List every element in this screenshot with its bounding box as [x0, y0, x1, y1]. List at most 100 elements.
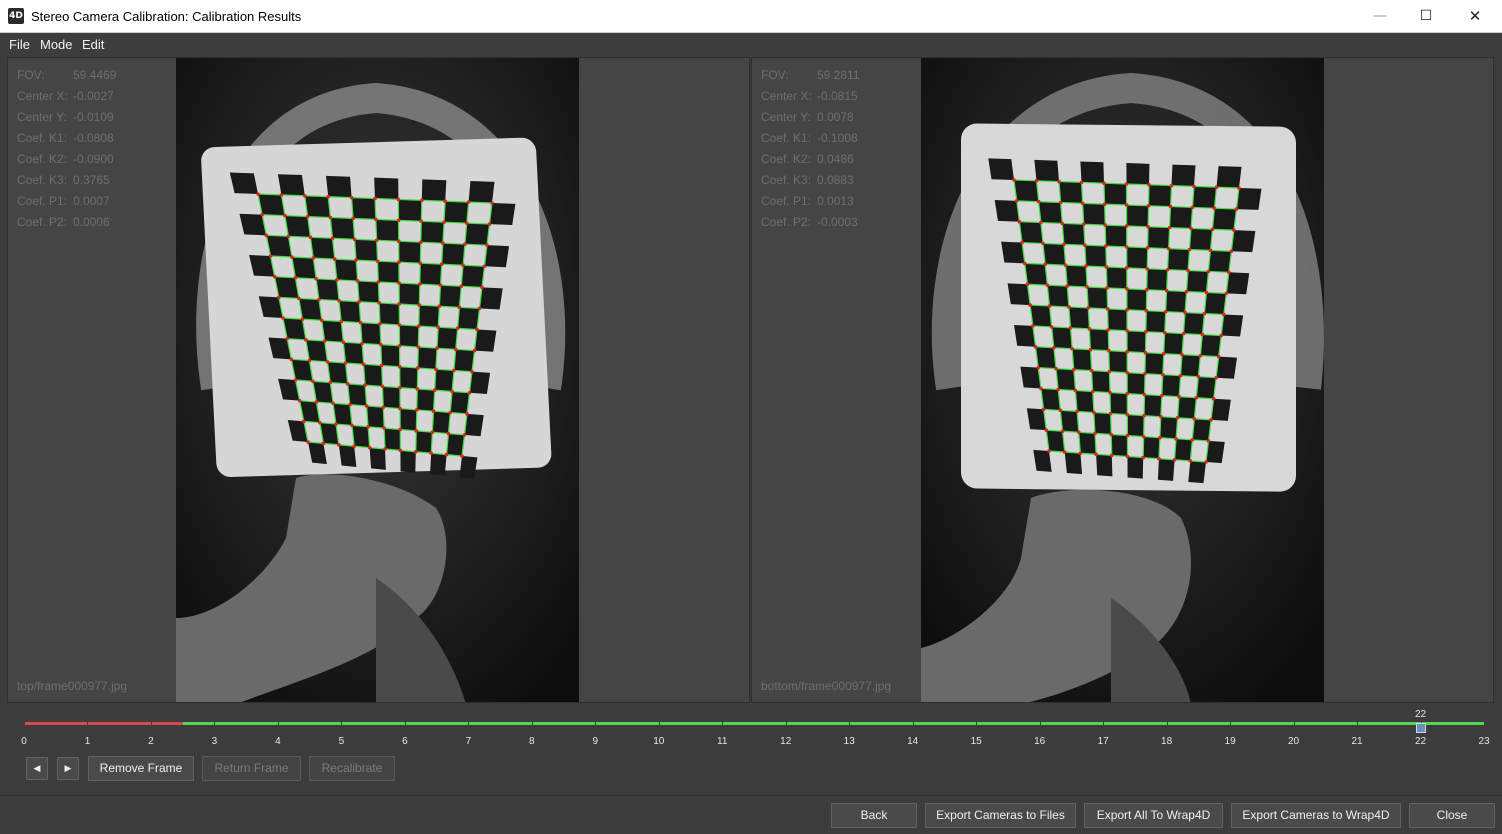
- back-button[interactable]: Back: [831, 803, 917, 828]
- detected-corner: [382, 426, 386, 430]
- detected-corner: [419, 240, 423, 245]
- param-row: FOV: 59.2811: [761, 68, 860, 89]
- detected-corner: [1072, 367, 1076, 372]
- checker-square: [1078, 432, 1097, 455]
- export-all-to-wrap4d-button[interactable]: Export All To Wrap4D: [1084, 803, 1223, 828]
- checker-square: [1001, 241, 1025, 264]
- timeline-handle[interactable]: [1415, 723, 1426, 733]
- param-value: -0.0900: [73, 152, 114, 166]
- checker-square: [432, 411, 451, 434]
- checker-square: [1221, 314, 1244, 337]
- timeline-tick-label: 20: [1288, 736, 1300, 747]
- detected-corner: [330, 236, 335, 241]
- detected-corner: [1103, 223, 1107, 227]
- checker-square: [334, 259, 358, 281]
- detected-corner: [1086, 306, 1091, 310]
- detected-corner: [1162, 330, 1167, 335]
- detected-corner: [1224, 291, 1229, 296]
- detected-corner: [311, 379, 315, 384]
- return-frame-button[interactable]: Return Frame: [202, 756, 301, 781]
- export-cameras-to-wrap4d-button[interactable]: Export Cameras to Wrap4D: [1231, 803, 1401, 828]
- detected-corner: [1204, 290, 1209, 295]
- close-button[interactable]: Close: [1409, 803, 1495, 828]
- detected-corner: [1075, 409, 1079, 414]
- detected-corner: [1200, 332, 1205, 337]
- checker-square: [1080, 161, 1104, 184]
- checker-square: [1212, 208, 1237, 231]
- checker-square: [1159, 416, 1178, 439]
- timeline-tick: [1039, 721, 1041, 726]
- detected-corner: [485, 243, 489, 247]
- checker-square: [1043, 243, 1066, 266]
- detected-corner: [1067, 305, 1071, 309]
- param-label: FOV:: [17, 68, 45, 82]
- detected-corner: [1033, 344, 1038, 349]
- checker-square: [1075, 390, 1094, 413]
- frame-timeline[interactable]: 0 1 2 3 4 5 6 7 8 9 10 11 12 13 14 15 16 17 18 19 20 21 22 23 2…: [0, 704, 1502, 754]
- detected-corner: [1167, 225, 1172, 230]
- timeline-track[interactable]: [24, 722, 1484, 725]
- detected-corner: [1177, 394, 1181, 399]
- minimize-icon[interactable]: —: [1357, 0, 1403, 32]
- detected-corner: [1190, 438, 1195, 442]
- right-file-name: bottom/frame000977.jpg: [761, 679, 892, 693]
- menu-mode[interactable]: Mode: [40, 37, 73, 52]
- detected-corner: [1044, 428, 1049, 432]
- checker-square: [304, 195, 331, 218]
- detected-corner: [303, 194, 307, 198]
- checker-square: [464, 413, 484, 437]
- menu-file[interactable]: File: [9, 37, 30, 52]
- checker-square: [1208, 250, 1232, 273]
- menu-edit[interactable]: Edit: [82, 37, 104, 52]
- previous-frame-button[interactable]: ◀: [26, 757, 48, 780]
- detected-corner: [446, 431, 451, 436]
- close-window-icon[interactable]: ✕: [1452, 0, 1498, 32]
- detected-corner: [1184, 289, 1189, 294]
- title-bar: 4D Stereo Camera Calibration: Calibratio…: [0, 0, 1502, 33]
- detected-corner: [1057, 179, 1061, 184]
- detected-corner: [1020, 240, 1024, 245]
- detected-corner: [1187, 247, 1192, 252]
- detected-corner: [351, 216, 355, 221]
- detected-corner: [1192, 416, 1197, 421]
- timeline-tick-label: 2: [148, 736, 154, 747]
- checker-square: [1231, 230, 1256, 253]
- left-camera-parameters: FOV: 59.4469 Center X: -0.0027 Center Y: -0…: [17, 68, 116, 236]
- param-label: Coef. K3:: [761, 173, 812, 187]
- detected-corner: [283, 213, 287, 218]
- checker-square: [1035, 346, 1057, 369]
- recalibrate-button[interactable]: Recalibrate: [309, 756, 395, 781]
- detected-corner: [1049, 325, 1054, 329]
- detected-corner: [438, 283, 443, 287]
- checker-square: [1147, 226, 1170, 249]
- detected-corner: [1219, 333, 1224, 338]
- checker-square: [461, 265, 485, 288]
- right-camera-image: [921, 58, 1324, 702]
- checker-square: [1060, 410, 1079, 433]
- export-cameras-to-files-button[interactable]: Export Cameras to Files: [925, 803, 1076, 828]
- detected-corner: [398, 385, 402, 390]
- timeline-tick-label: 0: [21, 736, 27, 747]
- checker-square: [1084, 245, 1107, 267]
- checker-square: [450, 391, 470, 414]
- checker-square: [479, 287, 503, 310]
- checker-square: [1127, 456, 1144, 479]
- checker-square: [1126, 288, 1147, 311]
- detected-corner: [1124, 224, 1129, 228]
- detected-corner: [354, 258, 358, 262]
- detected-corner: [1143, 350, 1148, 355]
- param-label: Coef. P2:: [761, 215, 812, 229]
- detected-corner: [461, 263, 465, 268]
- maximize-icon[interactable]: ☐: [1403, 0, 1449, 32]
- detected-corner: [443, 199, 448, 203]
- detected-corner: [418, 261, 423, 265]
- detected-corner: [487, 222, 492, 226]
- checker-square: [360, 322, 381, 345]
- timeline-tick-label: 6: [402, 736, 408, 747]
- detected-corner: [379, 342, 383, 347]
- next-frame-button[interactable]: ▶: [57, 757, 79, 780]
- remove-frame-button[interactable]: Remove Frame: [88, 756, 194, 781]
- detected-corner: [397, 260, 401, 264]
- detected-corner: [416, 345, 421, 349]
- detected-corner: [357, 299, 361, 304]
